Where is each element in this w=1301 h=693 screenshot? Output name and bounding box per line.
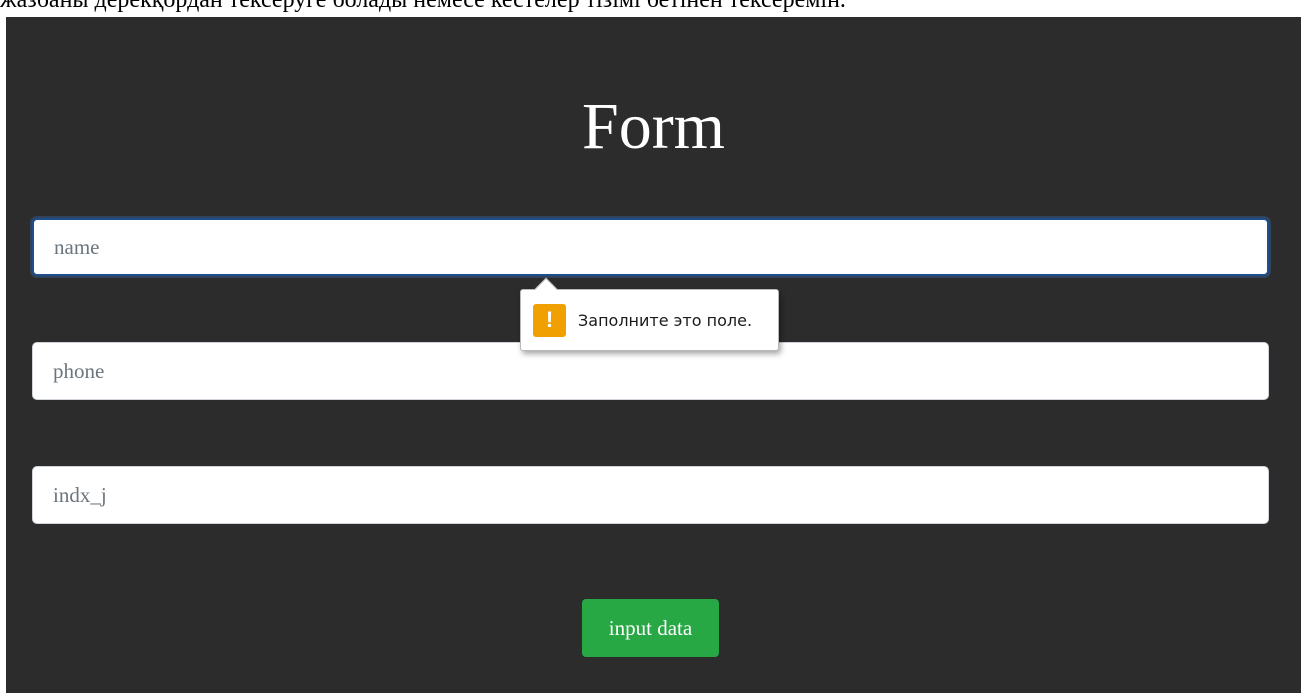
input-data-button[interactable]: input data xyxy=(582,599,719,657)
warning-icon: ! xyxy=(533,303,566,337)
name-input[interactable] xyxy=(32,218,1269,276)
page-caption-text: жазбаны дерекқордан тексеруге болады нем… xyxy=(0,0,846,13)
indx-j-input[interactable] xyxy=(32,466,1269,524)
tooltip-arrow xyxy=(534,277,558,301)
validation-tooltip: ! Заполните это поле. xyxy=(520,277,779,351)
form-panel: Form input data ! Заполните это поле. xyxy=(6,17,1301,693)
tooltip-message: Заполните это поле. xyxy=(578,310,753,330)
form-title: Form xyxy=(581,90,726,163)
